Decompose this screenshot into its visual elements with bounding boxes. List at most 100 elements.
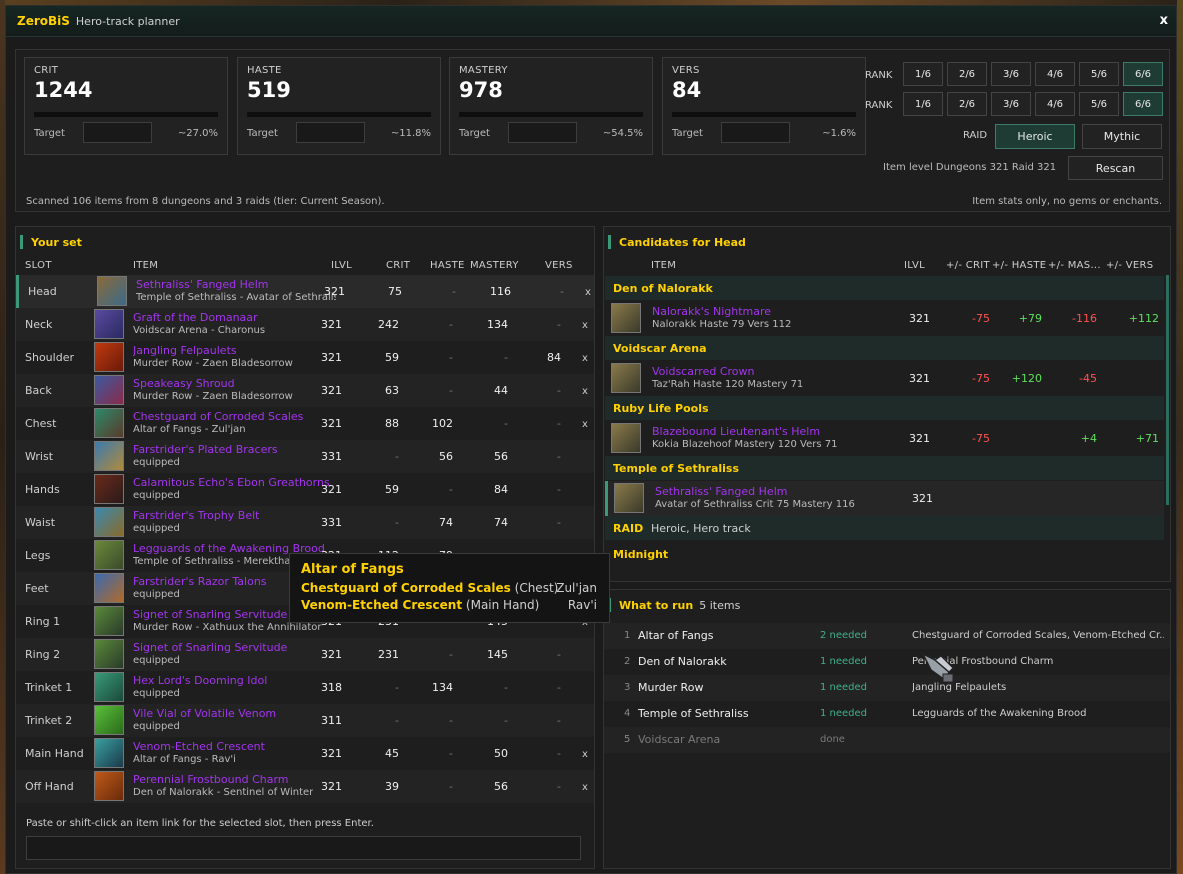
rank-button-5[interactable]: 5/6 bbox=[1079, 62, 1119, 86]
weapon-icon bbox=[94, 738, 124, 768]
slot-row-off-hand[interactable]: Off Hand Perennial Frostbound Charm Den of… bbox=[16, 770, 594, 803]
target-input-crit[interactable] bbox=[83, 122, 152, 143]
run-row[interactable]: 1 Altar of Fangs 2 needed Chestguard of Cor… bbox=[604, 623, 1170, 649]
stat-mastery: - bbox=[504, 417, 508, 430]
stat-vers: - bbox=[557, 318, 561, 331]
slot-row-back[interactable]: Back Speakeasy Shroud Murder Row - Zaen Bl… bbox=[16, 374, 594, 407]
slot-row-trinket-1[interactable]: Trinket 1 Hex Lord's Dooming Idol equipped… bbox=[16, 671, 594, 704]
rank-button-1[interactable]: 1/6 bbox=[903, 62, 943, 86]
remove-item-button[interactable]: x bbox=[582, 782, 588, 793]
candidate-item-name[interactable]: Nalorakk's Nightmare bbox=[652, 305, 771, 318]
item-name-link[interactable]: Signet of Snarling Servitude bbox=[133, 608, 287, 621]
run-row[interactable]: 5 Voidscar Arena done bbox=[604, 727, 1170, 753]
remove-item-button[interactable]: x bbox=[585, 287, 591, 298]
rank-button-3[interactable]: 3/6 bbox=[991, 92, 1031, 116]
close-button[interactable]: x bbox=[1160, 13, 1168, 28]
target-input-haste[interactable] bbox=[296, 122, 365, 143]
candidate-row[interactable]: Nalorakk's Nightmare Nalorakk Haste 79 Ve… bbox=[605, 301, 1164, 336]
stat-haste: - bbox=[449, 318, 453, 331]
your-set-panel: Your set SLOT ITEM ILVL CRIT HASTE MASTE… bbox=[15, 226, 595, 869]
col-header-haste-delta: +/- HASTE bbox=[992, 260, 1047, 271]
rank-button-6[interactable]: 6/6 bbox=[1123, 62, 1163, 86]
item-source: equipped bbox=[133, 490, 180, 501]
rescan-button[interactable]: Rescan bbox=[1068, 156, 1163, 180]
target-input-mastery[interactable] bbox=[508, 122, 577, 143]
stat-ilvl: 331 bbox=[321, 516, 342, 529]
item-source: equipped bbox=[133, 523, 180, 534]
item-name-link[interactable]: Speakeasy Shroud bbox=[133, 377, 235, 390]
item-name-link[interactable]: Farstrider's Razor Talons bbox=[133, 575, 267, 588]
candidate-item-name[interactable]: Blazebound Lieutenant's Helm bbox=[652, 425, 820, 438]
rank-button-4[interactable]: 4/6 bbox=[1035, 62, 1075, 86]
ring-icon bbox=[94, 639, 124, 669]
candidate-row[interactable]: Sethraliss' Fanged Helm Avatar of Sethral… bbox=[605, 481, 1164, 516]
item-name-link[interactable]: Graft of the Domanaar bbox=[133, 311, 258, 324]
item-name-link[interactable]: Farstrider's Trophy Belt bbox=[133, 509, 259, 522]
slot-row-head[interactable]: Head Sethraliss' Fanged Helm Temple of Set… bbox=[16, 275, 594, 308]
candidates-scrollbar[interactable] bbox=[1166, 275, 1169, 505]
remove-item-button[interactable]: x bbox=[582, 749, 588, 760]
item-source: Murder Row - Zaen Bladesorrow bbox=[133, 358, 293, 369]
slot-row-chest[interactable]: Chest Chestguard of Corroded Scales Altar … bbox=[16, 407, 594, 440]
item-name-link[interactable]: Vile Vial of Volatile Venom bbox=[133, 707, 276, 720]
remove-item-button[interactable]: x bbox=[582, 386, 588, 397]
rank-button-1[interactable]: 1/6 bbox=[903, 92, 943, 116]
stat-ilvl: 321 bbox=[321, 780, 342, 793]
target-input-vers[interactable] bbox=[721, 122, 790, 143]
legs-icon bbox=[94, 540, 124, 570]
candidate-row[interactable]: Blazebound Lieutenant's Helm Kokia Blazeh… bbox=[605, 421, 1164, 456]
rank-button-2[interactable]: 2/6 bbox=[947, 62, 987, 86]
item-name-link[interactable]: Perennial Frostbound Charm bbox=[133, 773, 289, 786]
tooltip-boss: Zul'jan bbox=[556, 581, 597, 595]
rank-button-5[interactable]: 5/6 bbox=[1079, 92, 1119, 116]
rank-button-4[interactable]: 4/6 bbox=[1035, 92, 1075, 116]
slot-row-shoulder[interactable]: Shoulder Jangling Felpaulets Murder Row - … bbox=[16, 341, 594, 374]
stat-percent: ~27.0% bbox=[177, 128, 218, 139]
chest-icon bbox=[94, 408, 124, 438]
stat-percent: ~1.6% bbox=[822, 128, 856, 139]
item-name-link[interactable]: Jangling Felpaulets bbox=[133, 344, 237, 357]
stat-value: 978 bbox=[459, 78, 503, 102]
scan-summary: Scanned 106 items from 8 dungeons and 3 … bbox=[26, 196, 385, 207]
slot-row-waist[interactable]: Waist Farstrider's Trophy Belt equipped 331… bbox=[16, 506, 594, 539]
stat-vers: - bbox=[557, 747, 561, 760]
item-link-input[interactable] bbox=[26, 836, 581, 860]
heroic-button[interactable]: Heroic bbox=[995, 124, 1075, 149]
stat-haste: - bbox=[449, 483, 453, 496]
slot-row-neck[interactable]: Neck Graft of the Domanaar Voidscar Arena … bbox=[16, 308, 594, 341]
candidate-mastery: +4 bbox=[1080, 432, 1097, 445]
item-name-link[interactable]: Signet of Snarling Servitude bbox=[133, 641, 287, 654]
item-name-link[interactable]: Venom-Etched Crescent bbox=[133, 740, 265, 753]
candidate-haste: +120 bbox=[1011, 372, 1042, 385]
candidate-item-name[interactable]: Voidscarred Crown bbox=[652, 365, 754, 378]
stat-card-haste: HASTE 519 Target ~11.8% bbox=[237, 57, 441, 155]
item-name-link[interactable]: Chestguard of Corroded Scales bbox=[133, 410, 303, 423]
panel-title: Candidates for Head bbox=[619, 235, 746, 249]
slot-row-ring-2[interactable]: Ring 2 Signet of Snarling Servitude equipp… bbox=[16, 638, 594, 671]
candidate-group-header: Midnight bbox=[605, 542, 1164, 566]
item-name-link[interactable]: Hex Lord's Dooming Idol bbox=[133, 674, 267, 687]
remove-item-button[interactable]: x bbox=[582, 419, 588, 430]
candidate-row[interactable]: Voidscarred Crown Taz'Rah Haste 120 Maste… bbox=[605, 361, 1164, 396]
slot-row-trinket-2[interactable]: Trinket 2 Vile Vial of Volatile Venom equi… bbox=[16, 704, 594, 737]
rank-button-2[interactable]: 2/6 bbox=[947, 92, 987, 116]
rank-button-6[interactable]: 6/6 bbox=[1123, 92, 1163, 116]
stat-label: CRIT bbox=[34, 65, 59, 76]
remove-item-button[interactable]: x bbox=[582, 320, 588, 331]
slot-row-hands[interactable]: Hands Calamitous Echo's Ebon Greathorns eq… bbox=[16, 473, 594, 506]
item-name-link[interactable]: Calamitous Echo's Ebon Greathorns bbox=[133, 476, 330, 489]
remove-item-button[interactable]: x bbox=[582, 353, 588, 364]
stat-ilvl: 331 bbox=[321, 450, 342, 463]
candidate-item-name[interactable]: Sethraliss' Fanged Helm bbox=[655, 485, 787, 498]
stat-bar bbox=[672, 112, 856, 117]
mythic-button[interactable]: Mythic bbox=[1082, 124, 1162, 149]
slot-row-wrist[interactable]: Wrist Farstrider's Plated Bracers equipped… bbox=[16, 440, 594, 473]
run-row[interactable]: 2 Den of Nalorakk 1 needed Perennial Frostb… bbox=[604, 649, 1170, 675]
item-name-link[interactable]: Sethraliss' Fanged Helm bbox=[136, 278, 268, 291]
slot-label: Hands bbox=[25, 483, 60, 496]
rank-button-3[interactable]: 3/6 bbox=[991, 62, 1031, 86]
run-row[interactable]: 3 Murder Row 1 needed Jangling Felpaulets bbox=[604, 675, 1170, 701]
item-name-link[interactable]: Farstrider's Plated Bracers bbox=[133, 443, 278, 456]
slot-row-main-hand[interactable]: Main Hand Venom-Etched Crescent Altar of F… bbox=[16, 737, 594, 770]
run-row[interactable]: 4 Temple of Sethraliss 1 needed Legguards o… bbox=[604, 701, 1170, 727]
